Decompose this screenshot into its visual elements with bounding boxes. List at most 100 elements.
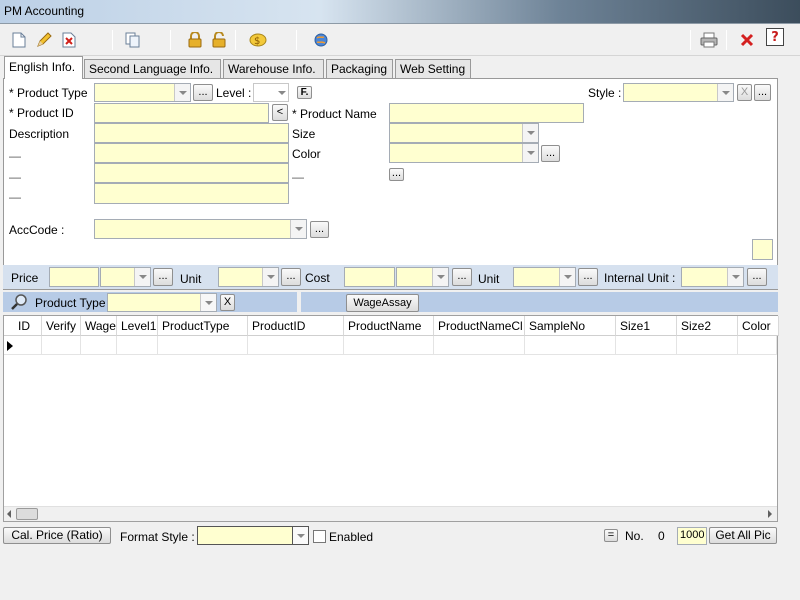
- print-icon[interactable]: [698, 29, 720, 51]
- description-label: Description: [9, 127, 70, 141]
- edit-pencil-icon[interactable]: [33, 29, 55, 51]
- column-header-size2[interactable]: Size2: [677, 316, 738, 336]
- f-button[interactable]: F.: [297, 86, 312, 99]
- count-field[interactable]: 1000: [677, 527, 707, 545]
- unit-combo[interactable]: [218, 267, 279, 287]
- internal-unit-browse-button[interactable]: ...: [747, 268, 767, 286]
- size-label: Size: [292, 127, 316, 141]
- format-style-combo[interactable]: [197, 526, 309, 545]
- globe-icon[interactable]: [310, 29, 332, 51]
- size-combo[interactable]: [389, 123, 539, 143]
- horizontal-scrollbar[interactable]: [4, 506, 777, 521]
- delete-document-icon[interactable]: [58, 29, 80, 51]
- search-icon[interactable]: [10, 293, 28, 311]
- close-icon[interactable]: [736, 29, 758, 51]
- description-field-3[interactable]: [94, 163, 289, 183]
- enabled-checkbox[interactable]: [313, 530, 326, 543]
- dash-label-3: —: [292, 170, 304, 184]
- level-label: Level :: [216, 86, 252, 100]
- filter-clear-button[interactable]: X: [220, 294, 235, 311]
- acccode-browse-button[interactable]: ...: [310, 221, 329, 238]
- product-type-browse-button[interactable]: ...: [193, 84, 213, 101]
- color-combo[interactable]: [389, 143, 539, 163]
- style-label: Style :: [588, 86, 622, 100]
- dash-label-2: —: [9, 170, 21, 184]
- color-label: Color: [292, 147, 321, 161]
- style-clear-button[interactable]: X: [737, 84, 752, 101]
- color-swatch[interactable]: [752, 239, 773, 260]
- tab-web-setting[interactable]: Web Setting: [395, 59, 471, 78]
- column-header-verify[interactable]: Verify: [42, 316, 81, 336]
- no-label: No.: [625, 529, 644, 543]
- unit2-browse-button[interactable]: ...: [578, 268, 598, 286]
- format-style-label: Format Style :: [120, 530, 195, 544]
- extra-browse-button[interactable]: ...: [389, 168, 404, 181]
- column-header-size1[interactable]: Size1: [616, 316, 677, 336]
- style-combo[interactable]: [623, 83, 734, 102]
- wage-assay-button[interactable]: WageAssay: [346, 294, 419, 312]
- internal-unit-combo[interactable]: [681, 267, 744, 287]
- window-title: PM Accounting: [4, 4, 85, 18]
- level-combo[interactable]: [253, 83, 289, 102]
- cost-browse-button[interactable]: ...: [452, 268, 472, 286]
- svg-text:$: $: [254, 36, 260, 47]
- tab-second-language-info[interactable]: Second Language Info.: [84, 59, 221, 78]
- unlock-icon[interactable]: [208, 29, 230, 51]
- dash-label-4: —: [9, 190, 21, 204]
- get-all-pic-button[interactable]: Get All Pic: [709, 527, 777, 544]
- product-id-label: * Product ID: [9, 106, 74, 120]
- price-label: Price: [11, 271, 39, 285]
- acccode-combo[interactable]: [94, 219, 307, 239]
- help-icon[interactable]: ?: [766, 28, 784, 46]
- toolbar: $ ?: [0, 24, 800, 56]
- unit-browse-button[interactable]: ...: [281, 268, 301, 286]
- tab-warehouse-info[interactable]: Warehouse Info.: [223, 59, 324, 78]
- product-type-combo[interactable]: [94, 83, 191, 102]
- product-id-field[interactable]: [94, 103, 269, 123]
- column-header-product-name[interactable]: ProductName: [344, 316, 434, 336]
- price-field[interactable]: [49, 267, 99, 287]
- column-header-color[interactable]: Color: [738, 316, 779, 336]
- scroll-thumb[interactable]: [16, 508, 38, 520]
- column-header-product-id[interactable]: ProductID: [248, 316, 344, 336]
- description-field-1[interactable]: [94, 123, 289, 143]
- column-header-product-name-cl[interactable]: ProductNameCl: [434, 316, 525, 336]
- product-name-label: * Product Name: [292, 107, 377, 121]
- title-bar: PM Accounting: [0, 0, 800, 24]
- scroll-right-icon[interactable]: [768, 510, 772, 518]
- unit2-combo[interactable]: [513, 267, 576, 287]
- enabled-label: Enabled: [329, 530, 374, 544]
- column-header-level1[interactable]: Level1: [117, 316, 158, 336]
- column-header-wage[interactable]: Wage: [81, 316, 117, 336]
- cost-label: Cost: [305, 271, 330, 285]
- lock-icon[interactable]: [184, 29, 206, 51]
- style-browse-button[interactable]: ...: [754, 84, 771, 101]
- new-document-icon[interactable]: [8, 29, 30, 51]
- scroll-left-icon[interactable]: [7, 510, 11, 518]
- cost-currency-combo[interactable]: [396, 267, 449, 287]
- color-browse-button[interactable]: ...: [541, 145, 560, 162]
- copy-icon[interactable]: [122, 29, 144, 51]
- tab-packaging[interactable]: Packaging: [326, 59, 393, 78]
- column-header-sample-no[interactable]: SampleNo: [525, 316, 616, 336]
- tab-english-info[interactable]: English Info.: [4, 56, 83, 79]
- acccode-label: AccCode :: [9, 223, 65, 237]
- cal-price-ratio-button[interactable]: Cal. Price (Ratio): [3, 527, 111, 544]
- price-currency-combo[interactable]: [100, 267, 151, 287]
- column-header-id[interactable]: ID: [4, 316, 42, 336]
- price-browse-button[interactable]: ...: [153, 268, 173, 286]
- unit2-label: Unit: [478, 272, 500, 286]
- product-type-label: * Product Type: [9, 86, 88, 100]
- no-value: 0: [658, 529, 665, 543]
- filter-product-type-combo[interactable]: [107, 293, 217, 312]
- unit-label: Unit: [180, 272, 202, 286]
- equals-button[interactable]: =: [604, 529, 618, 542]
- description-field-4[interactable]: [94, 183, 289, 204]
- description-field-2[interactable]: [94, 143, 289, 163]
- product-id-back-button[interactable]: <: [272, 104, 288, 121]
- cost-field[interactable]: [344, 267, 395, 287]
- product-name-field[interactable]: [389, 103, 584, 123]
- internal-unit-label: Internal Unit :: [604, 271, 676, 285]
- column-header-product-type[interactable]: ProductType: [158, 316, 248, 336]
- currency-coins-icon[interactable]: $: [247, 29, 269, 51]
